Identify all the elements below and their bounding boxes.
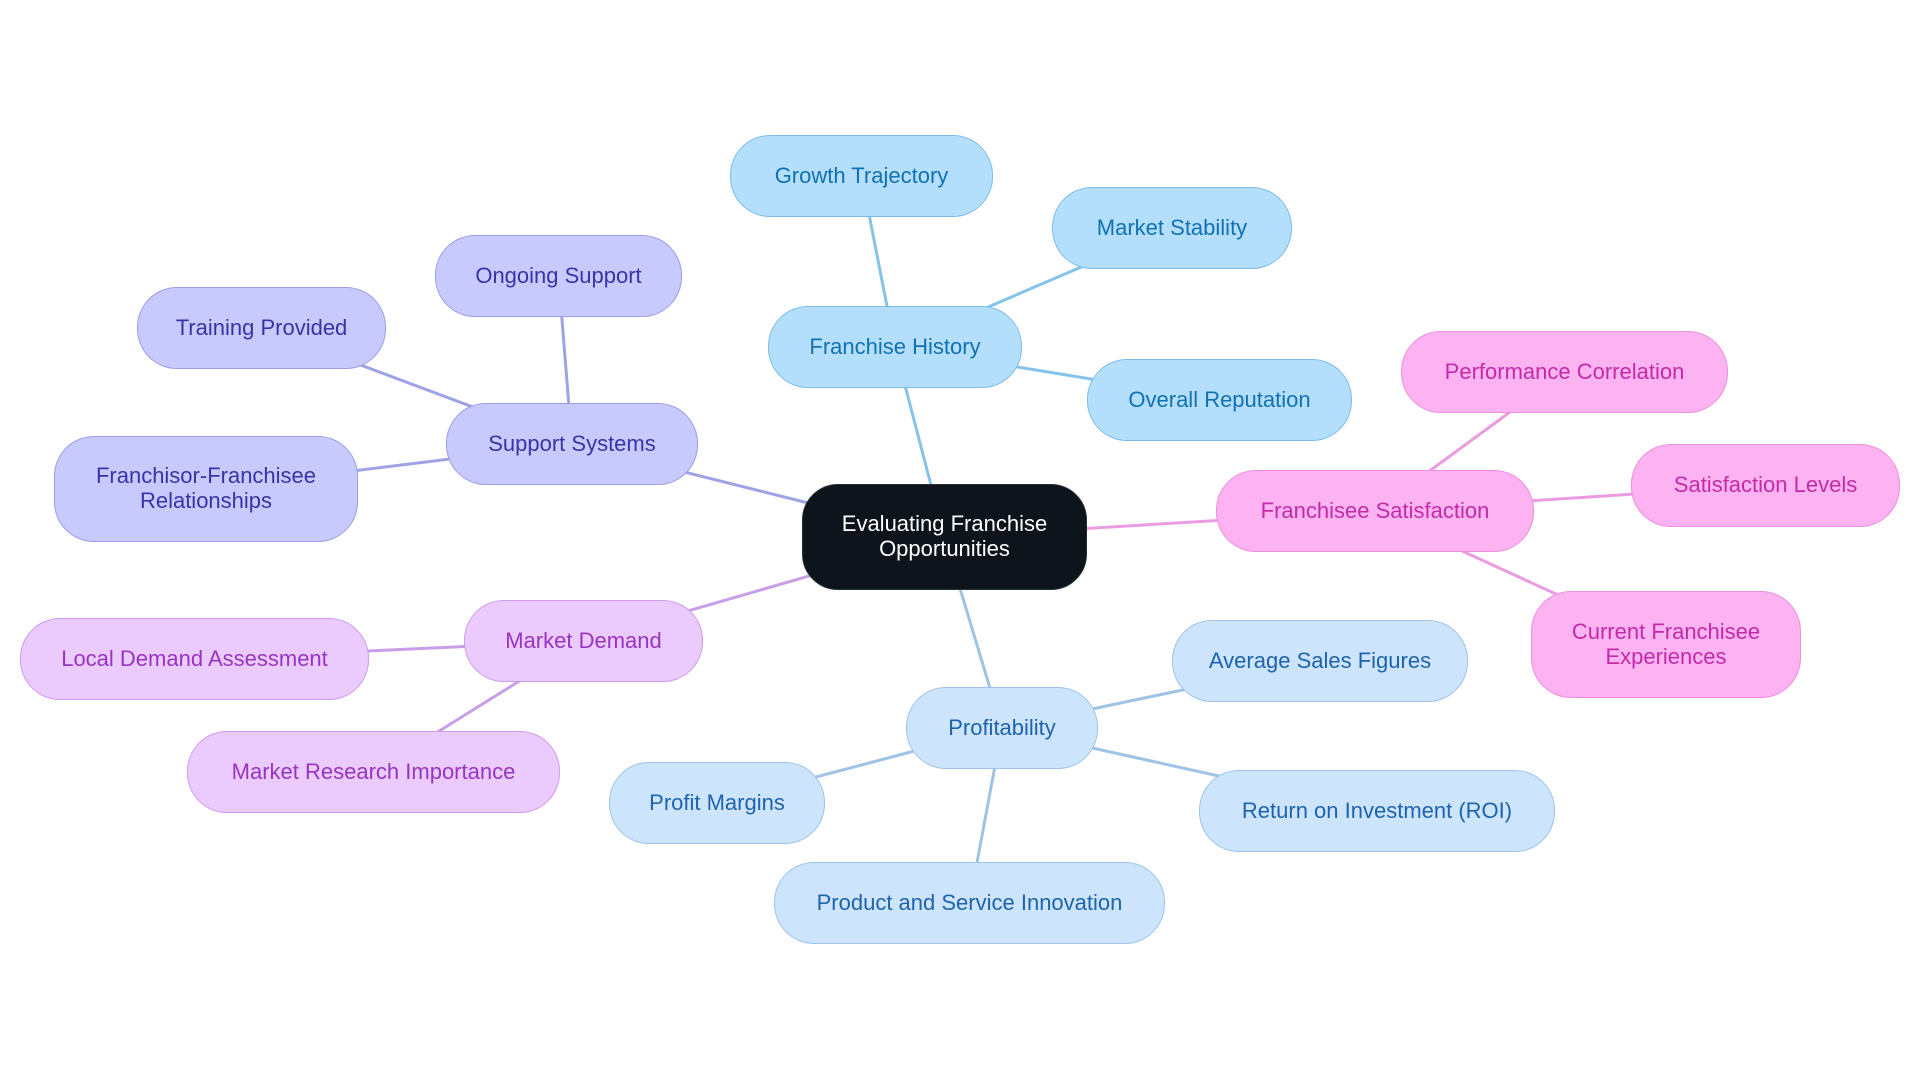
leaf-growth-trajectory[interactable]: Growth Trajectory <box>730 135 993 217</box>
leaf-label: Profit Margins <box>649 789 785 815</box>
leaf-label: Local Demand Assessment <box>61 645 328 671</box>
leaf-label: Franchisor-Franchisee Relationships <box>95 463 317 513</box>
leaf-label: Satisfaction Levels <box>1673 472 1858 498</box>
branch-franchise-history[interactable]: Franchise History <box>768 306 1022 388</box>
leaf-label: Return on Investment (ROI) <box>1241 797 1513 823</box>
leaf-label: Overall Reputation <box>1128 386 1311 412</box>
leaf-label: Performance Correlation <box>1444 358 1685 384</box>
leaf-average-sales-figures[interactable]: Average Sales Figures <box>1172 620 1468 702</box>
root-node[interactable]: Evaluating Franchise Opportunities <box>802 484 1087 590</box>
leaf-product-and-service-innovation[interactable]: Product and Service Innovation <box>774 862 1165 944</box>
leaf-local-demand-assessment[interactable]: Local Demand Assessment <box>20 618 369 700</box>
branch-support-systems[interactable]: Support Systems <box>446 403 698 485</box>
leaf-label: Market Stability <box>1096 214 1248 240</box>
leaf-market-stability[interactable]: Market Stability <box>1052 187 1292 269</box>
leaf-label: Ongoing Support <box>475 262 642 288</box>
leaf-label: Product and Service Innovation <box>816 889 1123 915</box>
branch-franchisee-satisfaction[interactable]: Franchisee Satisfaction <box>1216 470 1534 552</box>
leaf-current-franchisee-experiences[interactable]: Current Franchisee Experiences <box>1531 591 1801 698</box>
branch-label: Franchise History <box>809 333 981 359</box>
branch-label: Profitability <box>948 714 1056 740</box>
leaf-overall-reputation[interactable]: Overall Reputation <box>1087 359 1352 441</box>
leaf-label: Average Sales Figures <box>1208 647 1432 673</box>
leaf-label: Training Provided <box>175 314 348 340</box>
leaf-ongoing-support[interactable]: Ongoing Support <box>435 235 682 317</box>
leaf-profit-margins[interactable]: Profit Margins <box>609 762 825 844</box>
leaf-performance-correlation[interactable]: Performance Correlation <box>1401 331 1728 413</box>
branch-label: Support Systems <box>488 430 656 456</box>
leaf-training-provided[interactable]: Training Provided <box>137 287 386 369</box>
branch-market-demand[interactable]: Market Demand <box>464 600 703 682</box>
leaf-satisfaction-levels[interactable]: Satisfaction Levels <box>1631 444 1900 527</box>
branch-label: Franchisee Satisfaction <box>1260 497 1490 523</box>
leaf-franchisor-franchisee-relationships[interactable]: Franchisor-Franchisee Relationships <box>54 436 358 542</box>
leaf-label: Growth Trajectory <box>774 162 949 188</box>
root-label: Evaluating Franchise Opportunities <box>841 511 1048 561</box>
branch-label: Market Demand <box>505 627 662 653</box>
leaf-market-research-importance[interactable]: Market Research Importance <box>187 731 560 813</box>
leaf-label: Current Franchisee Experiences <box>1571 618 1761 669</box>
leaf-label: Market Research Importance <box>231 758 516 784</box>
leaf-return-on-investment[interactable]: Return on Investment (ROI) <box>1199 770 1555 852</box>
branch-profitability[interactable]: Profitability <box>906 687 1098 769</box>
